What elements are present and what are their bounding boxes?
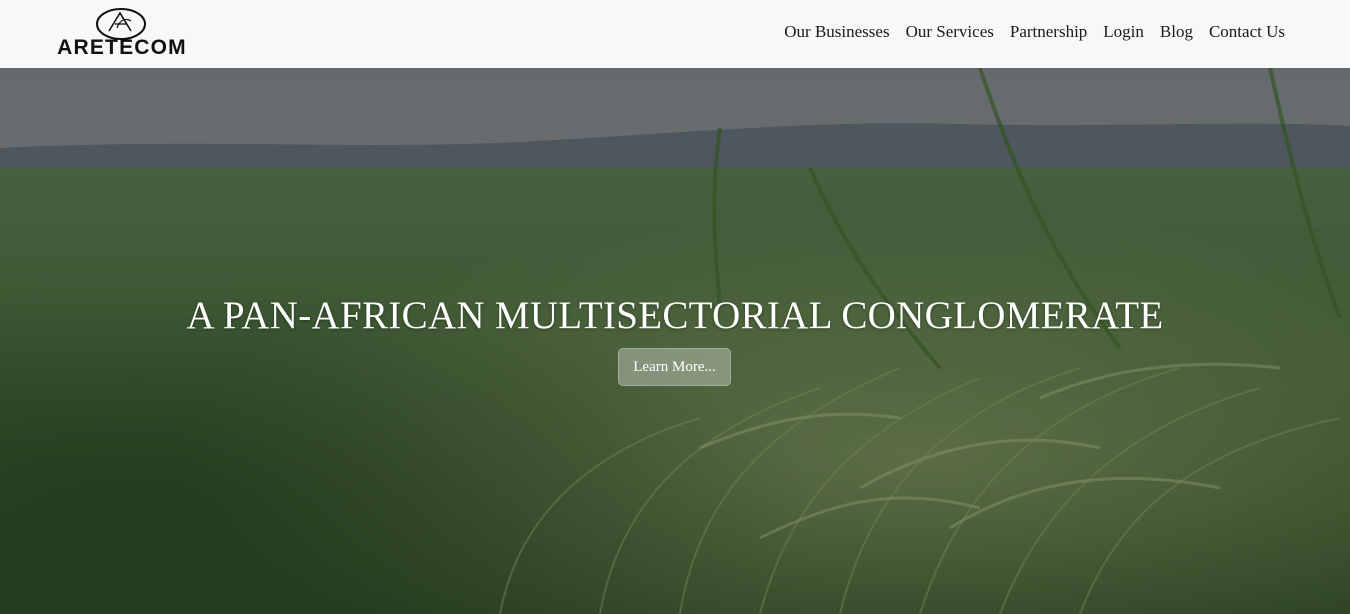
nav-partnership[interactable]: Partnership xyxy=(1010,20,1087,44)
hero-overlay xyxy=(0,68,1350,614)
nav-our-businesses[interactable]: Our Businesses xyxy=(784,20,889,44)
site-logo[interactable]: ARETECOM xyxy=(39,7,205,59)
hero-title: A PAN-AFRICAN MULTISECTORIAL CONGLOMERAT… xyxy=(186,294,1164,337)
nav-login[interactable]: Login xyxy=(1103,20,1144,44)
page: ARETECOM Our Businesses Our Services Par… xyxy=(0,0,1350,614)
nav-contact-us[interactable]: Contact Us xyxy=(1209,20,1285,44)
nav-blog[interactable]: Blog xyxy=(1160,20,1193,44)
hero-section: A PAN-AFRICAN MULTISECTORIAL CONGLOMERAT… xyxy=(0,68,1350,614)
learn-more-button[interactable]: Learn More... xyxy=(618,348,731,386)
nav-our-services[interactable]: Our Services xyxy=(906,20,994,44)
main-nav: Our Businesses Our Services Partnership … xyxy=(784,20,1285,44)
site-header: ARETECOM Our Businesses Our Services Par… xyxy=(0,0,1350,68)
logo-wordmark: ARETECOM xyxy=(57,36,187,59)
